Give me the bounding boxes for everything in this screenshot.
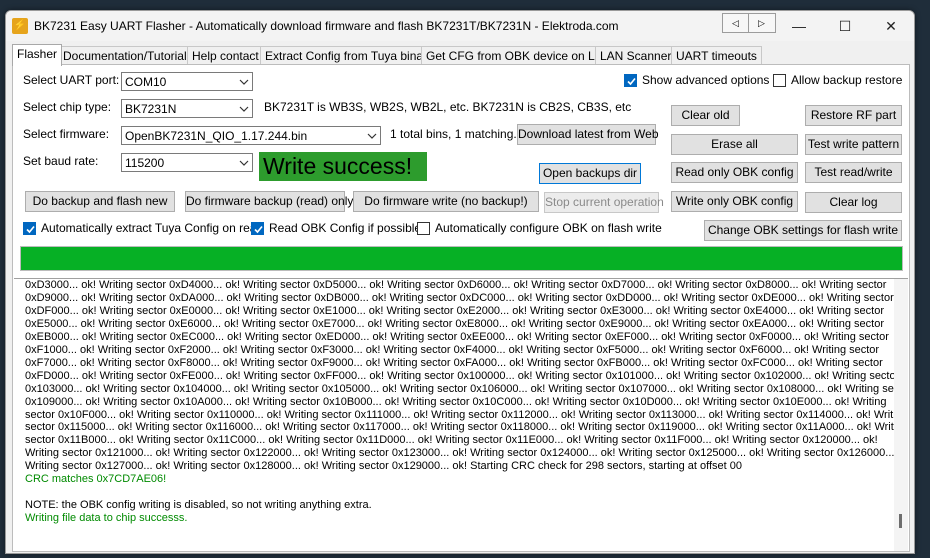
auto-config-obk-label: Automatically configure OBK on flash wri…	[435, 221, 662, 235]
status-banner: Write success!	[259, 152, 427, 181]
log-line: Writing file data to chip successs.	[25, 512, 188, 525]
flasher-tab-page: Select UART port: COM10 Show advanced op…	[12, 64, 910, 552]
tab-flasher[interactable]: Flasher	[12, 44, 63, 66]
log-line: Writing sector 0x127000... ok! Writing s…	[25, 460, 742, 473]
log-line: 0xE5000... ok! Writing sector 0xE6000...…	[25, 317, 884, 330]
change-obk-settings-button[interactable]: Change OBK settings for flash write	[704, 220, 902, 241]
read-obk-config-label: Read OBK Config if possible	[269, 221, 422, 235]
log-output[interactable]: 0xD3000... ok! Writing sector 0xD4000...…	[14, 278, 908, 551]
tab-documentation[interactable]: Documentation/Tutorials	[58, 46, 198, 65]
read-obk-config-button[interactable]: Read only OBK config	[671, 162, 798, 183]
uart-port-select[interactable]: COM10	[121, 72, 253, 91]
firmware-write-button[interactable]: Do firmware write (no backup!)	[353, 191, 539, 212]
close-icon[interactable]: ✕	[868, 11, 914, 41]
test-write-pattern-button[interactable]: Test write pattern	[805, 134, 902, 155]
extract-tuya-checkbox[interactable]: Automatically extract Tuya Config on rea…	[23, 221, 263, 235]
extract-tuya-label: Automatically extract Tuya Config on rea…	[41, 221, 264, 235]
chip-info-text: BK7231T is WB3S, WB2S, WB2L, etc. BK7231…	[264, 100, 632, 114]
baud-rate-select[interactable]: 115200	[121, 153, 253, 172]
chip-type-value: BK7231N	[125, 102, 177, 116]
log-scrollbar[interactable]	[894, 279, 908, 551]
show-advanced-checkbox[interactable]: Show advanced options	[624, 73, 769, 87]
firmware-info-text: 1 total bins, 1 matching.	[390, 127, 517, 141]
nav-prev-icon[interactable]: ◁	[723, 14, 748, 32]
checkbox-checked-icon	[624, 73, 637, 87]
nav-arrows: ◁ ▷	[722, 13, 776, 33]
firmware-label: Select firmware:	[23, 127, 110, 141]
allow-backup-restore-label: Allow backup restore	[791, 73, 903, 87]
log-line: sector 0x11B000... ok! Writing sector 0x…	[25, 434, 878, 447]
read-obk-config-checkbox[interactable]: Read OBK Config if possible	[251, 221, 421, 235]
log-line: Writing sector 0x121000... ok! Writing s…	[25, 447, 908, 460]
write-obk-config-button[interactable]: Write only OBK config	[671, 191, 798, 212]
test-read-write-button[interactable]: Test read/write	[805, 162, 902, 183]
checkbox-unchecked-icon	[773, 73, 786, 87]
progress-bar	[20, 246, 903, 271]
auto-config-obk-checkbox[interactable]: Automatically configure OBK on flash wri…	[417, 221, 662, 235]
log-line: 0xF7000... ok! Writing sector 0xF8000...…	[25, 356, 883, 369]
log-line: 0x109000... ok! Writing sector 0x10A000.…	[25, 395, 887, 408]
chevron-down-icon	[239, 79, 249, 85]
firmware-backup-button[interactable]: Do firmware backup (read) only	[185, 191, 353, 212]
title-bar: ⚡ BK7231 Easy UART Flasher - Automatical…	[6, 11, 914, 41]
firmware-select[interactable]: OpenBK7231N_QIO_1.17.244.bin	[121, 126, 381, 145]
checkbox-checked-icon	[251, 221, 264, 235]
log-lines: 0xD3000... ok! Writing sector 0xD4000...…	[14, 279, 908, 525]
open-backups-button[interactable]: Open backups dir	[539, 163, 641, 184]
chip-type-select[interactable]: BK7231N	[121, 99, 253, 118]
log-line: NOTE: the OBK config writing is disabled…	[25, 499, 372, 512]
minimize-icon[interactable]: —	[776, 11, 822, 41]
checkbox-checked-icon	[23, 221, 36, 235]
clear-old-button[interactable]: Clear old	[671, 105, 740, 126]
tab-extract-config[interactable]: Extract Config from Tuya binary	[260, 46, 439, 65]
log-line: sector 0x10F000... ok! Writing sector 0x…	[25, 408, 908, 421]
erase-all-button[interactable]: Erase all	[671, 134, 798, 155]
log-line: 0xF1000... ok! Writing sector 0xF2000...…	[25, 343, 880, 356]
maximize-icon[interactable]: ☐	[822, 11, 868, 41]
chevron-down-icon	[239, 160, 249, 166]
chevron-down-icon	[239, 106, 249, 112]
app-icon: ⚡	[12, 18, 28, 34]
baud-rate-value: 115200	[125, 156, 165, 170]
log-line: 0xD3000... ok! Writing sector 0xD4000...…	[25, 279, 887, 291]
window-title: BK7231 Easy UART Flasher - Automatically…	[34, 19, 619, 33]
uart-port-value: COM10	[125, 75, 167, 89]
log-line: 0xDF000... ok! Writing sector 0xE0000...…	[25, 304, 884, 317]
progress-fill	[21, 247, 902, 270]
stop-operation-button[interactable]: Stop current operation	[544, 192, 664, 213]
log-line: 0x103000... ok! Writing sector 0x104000.…	[25, 382, 908, 395]
tab-get-cfg-lan[interactable]: Get CFG from OBK device on LAN	[421, 46, 617, 65]
chip-type-label: Select chip type:	[23, 100, 112, 114]
allow-backup-restore-checkbox[interactable]: Allow backup restore	[773, 73, 902, 87]
chevron-down-icon	[367, 133, 377, 139]
uart-port-label: Select UART port:	[23, 73, 120, 87]
tab-uart-timeouts[interactable]: UART timeouts	[671, 46, 762, 65]
checkbox-unchecked-icon	[417, 221, 430, 235]
backup-and-flash-button[interactable]: Do backup and flash new	[25, 191, 175, 212]
app-window: ⚡ BK7231 Easy UART Flasher - Automatical…	[5, 10, 915, 554]
clear-log-button[interactable]: Clear log	[805, 192, 902, 213]
download-latest-button[interactable]: Download latest from Web	[517, 124, 659, 145]
log-line: 0xD9000... ok! Writing sector 0xDA000...…	[25, 291, 894, 304]
show-advanced-label: Show advanced options	[642, 73, 770, 87]
log-line: sector 0x115000... ok! Writing sector 0x…	[25, 421, 908, 434]
tab-help-contact[interactable]: Help contact	[187, 46, 264, 65]
tab-lan-scanner[interactable]: LAN Scanner	[595, 46, 677, 65]
log-line: 0xEB000... ok! Writing sector 0xEC000...…	[25, 330, 889, 343]
restore-rf-button[interactable]: Restore RF part	[805, 105, 902, 126]
firmware-value: OpenBK7231N_QIO_1.17.244.bin	[125, 129, 308, 143]
log-line: 0xFD000... ok! Writing sector 0xFE000...…	[25, 369, 900, 382]
baud-rate-label: Set baud rate:	[23, 154, 99, 168]
nav-next-icon[interactable]: ▷	[748, 14, 774, 32]
log-line: CRC matches 0x7CD7AE06!	[25, 473, 167, 486]
scrollbar-thumb[interactable]	[899, 514, 902, 528]
